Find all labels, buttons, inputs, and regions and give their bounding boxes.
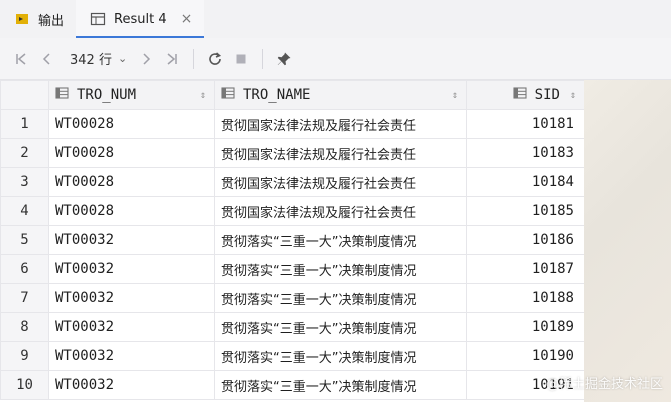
column-header-sid[interactable]: SID ⇕ bbox=[466, 80, 585, 110]
row-number: 9 bbox=[0, 341, 49, 371]
sort-icon[interactable]: ⇕ bbox=[570, 90, 576, 101]
table-row[interactable]: 5 WT00032 贯彻落实“三重一大”决策制度情况 10186 bbox=[0, 225, 585, 255]
stop-icon[interactable] bbox=[228, 46, 254, 72]
table-row[interactable]: 2 WT00028 贯彻国家法律法规及履行社会责任 10183 bbox=[0, 138, 585, 168]
cell-tro-name[interactable]: 贯彻国家法律法规及履行社会责任 bbox=[214, 167, 467, 197]
row-number-header bbox=[0, 80, 49, 110]
watermark: @稀土掘金技术社区 bbox=[545, 377, 663, 392]
cell-tro-num[interactable]: WT00032 bbox=[48, 254, 215, 284]
row-number: 4 bbox=[0, 196, 49, 226]
header-row: TRO_NUM ⇕ TRO_NAME ⇕ SID ⇕ bbox=[0, 80, 585, 110]
cell-tro-num[interactable]: WT00028 bbox=[48, 167, 215, 197]
row-number: 1 bbox=[0, 109, 49, 139]
cell-tro-name[interactable]: 贯彻国家法律法规及履行社会责任 bbox=[214, 109, 467, 139]
row-number: 3 bbox=[0, 167, 49, 197]
cell-tro-num[interactable]: WT00032 bbox=[48, 312, 215, 342]
cell-tro-name[interactable]: 贯彻落实“三重一大”决策制度情况 bbox=[214, 283, 467, 313]
cell-tro-num[interactable]: WT00032 bbox=[48, 283, 215, 313]
row-number: 6 bbox=[0, 254, 49, 284]
cell-tro-name[interactable]: 贯彻落实“三重一大”决策制度情况 bbox=[214, 341, 467, 371]
result-table: TRO_NUM ⇕ TRO_NAME ⇕ SID ⇕ 1 WT00028 贯彻国… bbox=[0, 80, 585, 400]
cell-sid[interactable]: 10188 bbox=[466, 283, 585, 313]
result-grid: TRO_NUM ⇕ TRO_NAME ⇕ SID ⇕ 1 WT00028 贯彻国… bbox=[0, 80, 671, 402]
row-number: 2 bbox=[0, 138, 49, 168]
cell-sid[interactable]: 10183 bbox=[466, 138, 585, 168]
row-count-label: 342 行 bbox=[70, 53, 112, 68]
row-count-dropdown[interactable]: 342 行 ⌄ bbox=[70, 49, 127, 68]
table-icon bbox=[90, 11, 106, 27]
row-number: 8 bbox=[0, 312, 49, 342]
sort-icon[interactable]: ⇕ bbox=[452, 90, 458, 101]
cell-tro-name[interactable]: 贯彻国家法律法规及履行社会责任 bbox=[214, 196, 467, 226]
cell-sid[interactable]: 10186 bbox=[466, 225, 585, 255]
pin-icon[interactable] bbox=[271, 46, 297, 72]
cell-sid[interactable]: 10190 bbox=[466, 341, 585, 371]
cell-sid[interactable]: 10187 bbox=[466, 254, 585, 284]
cell-tro-name[interactable]: 贯彻落实“三重一大”决策制度情况 bbox=[214, 312, 467, 342]
refresh-icon[interactable] bbox=[202, 46, 228, 72]
column-header-label: TRO_NAME bbox=[243, 87, 311, 103]
cell-tro-num[interactable]: WT00032 bbox=[48, 225, 215, 255]
cell-sid[interactable]: 10185 bbox=[466, 196, 585, 226]
result-toolbar: 342 行 ⌄ bbox=[0, 38, 671, 80]
close-icon[interactable]: × bbox=[181, 11, 193, 27]
sort-icon[interactable]: ⇕ bbox=[200, 90, 206, 101]
column-icon bbox=[55, 86, 69, 104]
column-icon bbox=[513, 86, 527, 104]
row-number: 10 bbox=[0, 370, 49, 400]
table-row[interactable]: 7 WT00032 贯彻落实“三重一大”决策制度情况 10188 bbox=[0, 283, 585, 313]
cell-sid[interactable]: 10184 bbox=[466, 167, 585, 197]
tab-output[interactable]: 输出 bbox=[0, 0, 76, 38]
tab-bar: 输出 Result 4 × bbox=[0, 0, 671, 38]
table-row[interactable]: 9 WT00032 贯彻落实“三重一大”决策制度情况 10190 bbox=[0, 341, 585, 371]
table-row[interactable]: 8 WT00032 贯彻落实“三重一大”决策制度情况 10189 bbox=[0, 312, 585, 342]
cell-tro-num[interactable]: WT00032 bbox=[48, 341, 215, 371]
cell-tro-num[interactable]: WT00028 bbox=[48, 196, 215, 226]
column-header-label: SID bbox=[534, 87, 560, 103]
tab-output-label: 输出 bbox=[38, 13, 65, 29]
table-row[interactable]: 4 WT00028 贯彻国家法律法规及履行社会责任 10185 bbox=[0, 196, 585, 226]
cell-tro-name[interactable]: 贯彻落实“三重一大”决策制度情况 bbox=[214, 254, 467, 284]
column-header-tro-name[interactable]: TRO_NAME ⇕ bbox=[214, 80, 467, 110]
table-row[interactable]: 10 WT00032 贯彻落实“三重一大”决策制度情况 10191 bbox=[0, 370, 585, 400]
last-page-icon[interactable] bbox=[159, 46, 185, 72]
cell-tro-name[interactable]: 贯彻落实“三重一大”决策制度情况 bbox=[214, 225, 467, 255]
cell-tro-name[interactable]: 贯彻落实“三重一大”决策制度情况 bbox=[214, 370, 467, 400]
table-row[interactable]: 6 WT00032 贯彻落实“三重一大”决策制度情况 10187 bbox=[0, 254, 585, 284]
output-icon bbox=[14, 11, 30, 27]
next-page-icon[interactable] bbox=[133, 46, 159, 72]
cell-tro-num[interactable]: WT00028 bbox=[48, 109, 215, 139]
first-page-icon[interactable] bbox=[8, 46, 34, 72]
cell-tro-num[interactable]: WT00032 bbox=[48, 370, 215, 400]
chevron-down-icon: ⌄ bbox=[117, 52, 128, 65]
toolbar-divider bbox=[193, 48, 195, 69]
column-header-label: TRO_NUM bbox=[77, 87, 137, 103]
tab-result-4-label: Result 4 bbox=[114, 11, 167, 27]
table-row[interactable]: 3 WT00028 贯彻国家法律法规及履行社会责任 10184 bbox=[0, 167, 585, 197]
column-header-tro-num[interactable]: TRO_NUM ⇕ bbox=[48, 80, 215, 110]
background-image-area bbox=[584, 80, 671, 402]
cell-sid[interactable]: 10181 bbox=[466, 109, 585, 139]
column-icon bbox=[221, 86, 235, 104]
row-number: 7 bbox=[0, 283, 49, 313]
toolbar-divider bbox=[262, 48, 264, 69]
table-row[interactable]: 1 WT00028 贯彻国家法律法规及履行社会责任 10181 bbox=[0, 109, 585, 139]
previous-page-icon[interactable] bbox=[34, 46, 60, 72]
cell-sid[interactable]: 10189 bbox=[466, 312, 585, 342]
tab-result-4[interactable]: Result 4 × bbox=[76, 0, 205, 38]
cell-tro-num[interactable]: WT00028 bbox=[48, 138, 215, 168]
cell-tro-name[interactable]: 贯彻国家法律法规及履行社会责任 bbox=[214, 138, 467, 168]
row-number: 5 bbox=[0, 225, 49, 255]
